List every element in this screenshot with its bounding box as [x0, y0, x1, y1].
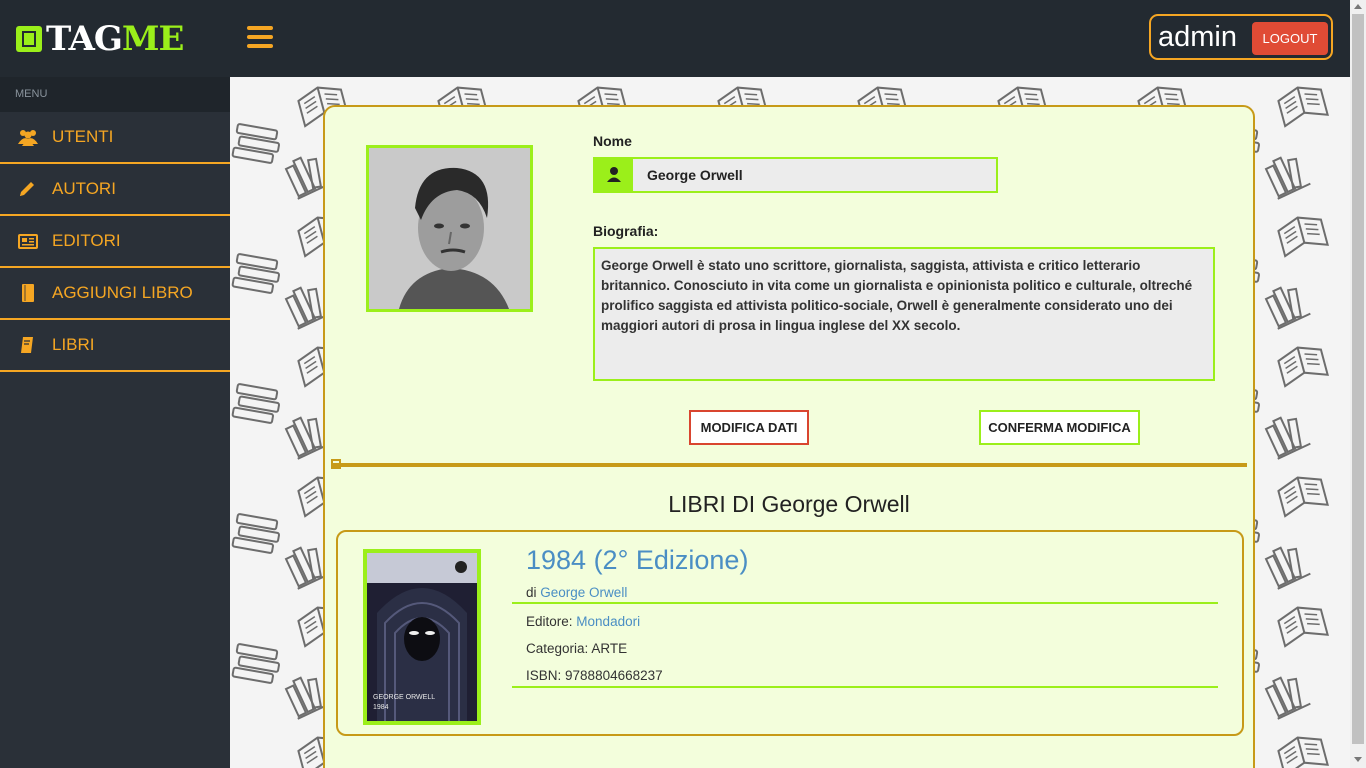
isbn-label: ISBN:	[526, 668, 562, 683]
logo-tag-text: TAG	[46, 19, 123, 59]
section-divider	[331, 459, 1247, 469]
by-prefix: di	[526, 585, 537, 600]
book-cover[interactable]: GEORGE ORWELL 1984	[363, 549, 481, 725]
bio-textarea[interactable]: George Orwell è stato uno scrittore, gio…	[593, 247, 1215, 381]
username: admin	[1158, 21, 1237, 53]
sidebar: MENU UTENTI AUTORI EDITORI AGGIUNGI LIBR…	[0, 77, 230, 768]
book-author-line: di George Orwell	[526, 585, 627, 600]
sidebar-item-label: AGGIUNGI LIBRO	[52, 283, 193, 302]
cover-author-text: GEORGE ORWELL	[373, 694, 435, 701]
confirm-edit-button[interactable]: CONFERMA MODIFICA	[979, 410, 1140, 445]
logo-text: TAGME	[46, 19, 185, 59]
book-author-link[interactable]: George Orwell	[540, 585, 627, 600]
books-section-title: LIBRI DI George Orwell	[668, 491, 910, 517]
book-icon	[18, 284, 38, 302]
category-label: Categoria:	[526, 641, 589, 656]
user-icon	[595, 159, 633, 191]
page-scrollbar[interactable]	[1350, 0, 1366, 768]
book-card: GEORGE ORWELL 1984 1984 (2° Edizione) di…	[336, 530, 1244, 736]
book-category: ARTE	[591, 641, 628, 656]
author-photo	[366, 145, 533, 312]
book-divider-bottom	[512, 686, 1218, 688]
user-box: admin LOGOUT	[1149, 14, 1333, 60]
book-divider-top	[512, 602, 1218, 604]
logo-me-text: ME	[121, 19, 185, 59]
scroll-down-icon[interactable]	[1354, 757, 1362, 762]
scroll-thumb[interactable]	[1352, 14, 1364, 744]
hamburger-menu-icon[interactable]	[247, 26, 273, 48]
sidebar-item-editori[interactable]: EDITORI	[0, 216, 230, 268]
book-publisher-link[interactable]: Mondadori	[576, 614, 640, 629]
author-card: Nome George Orwell Biografia: George Orw…	[323, 105, 1255, 768]
sidebar-item-libri[interactable]: LIBRI	[0, 320, 230, 372]
book-category-line: Categoria: ARTE	[526, 641, 627, 656]
edit-data-button[interactable]: MODIFICA DATI	[689, 410, 809, 445]
book-title-link[interactable]: 1984 (2° Edizione)	[526, 545, 748, 576]
scroll-up-icon[interactable]	[1354, 4, 1362, 9]
app-logo[interactable]: TAGME	[16, 19, 185, 59]
top-bar: TAGME admin LOGOUT	[0, 0, 1350, 77]
logout-button[interactable]: LOGOUT	[1252, 22, 1328, 55]
logo-icon	[16, 26, 42, 52]
sidebar-item-aggiungi-libro[interactable]: AGGIUNGI LIBRO	[0, 268, 230, 320]
name-label: Nome	[593, 133, 632, 149]
users-icon	[18, 128, 38, 146]
newspaper-icon	[18, 232, 38, 250]
sidebar-item-label: AUTORI	[52, 179, 116, 198]
main-content: Nome George Orwell Biografia: George Orw…	[230, 77, 1350, 768]
sidebar-item-label: UTENTI	[52, 127, 114, 146]
book-isbn-line: ISBN: 9788804668237	[526, 668, 663, 683]
name-field[interactable]: George Orwell	[593, 157, 998, 193]
sidebar-item-autori[interactable]: AUTORI	[0, 164, 230, 216]
menu-header: MENU	[0, 77, 230, 112]
name-value: George Orwell	[647, 167, 743, 183]
cover-title-text: 1984	[373, 704, 389, 711]
bio-label: Biografia:	[593, 223, 659, 239]
book-publisher-line: Editore: Mondadori	[526, 614, 640, 629]
sidebar-item-label: EDITORI	[52, 231, 121, 250]
book-open-icon	[18, 336, 38, 354]
sidebar-item-utenti[interactable]: UTENTI	[0, 112, 230, 164]
sidebar-item-label: LIBRI	[52, 335, 95, 354]
pencil-icon	[18, 180, 38, 198]
book-isbn: 9788804668237	[565, 668, 663, 683]
publisher-label: Editore:	[526, 614, 573, 629]
